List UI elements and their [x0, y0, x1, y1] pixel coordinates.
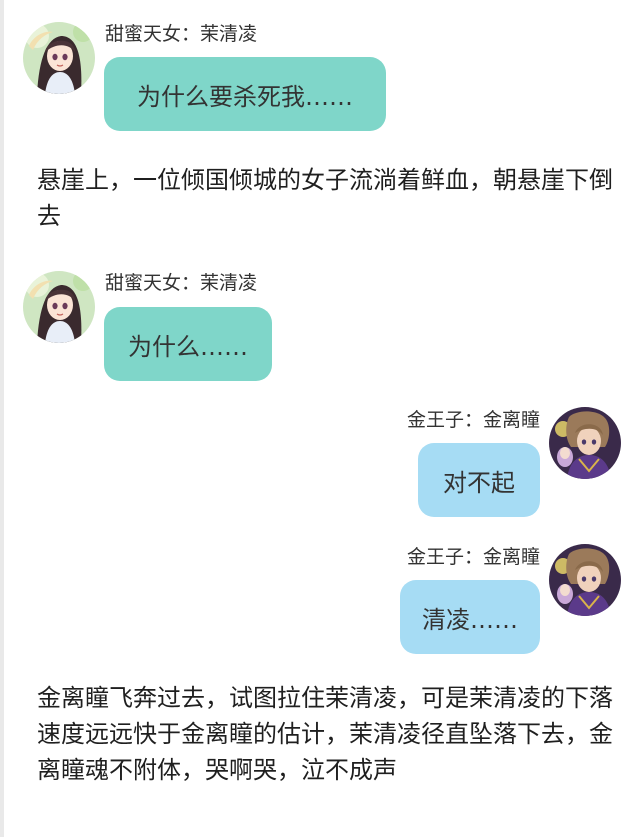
prince-avatar-icon[interactable]	[549, 407, 621, 479]
message-bubble-2[interactable]: 为什么……	[104, 307, 272, 381]
prince-sender-name: 金王子：金离瞳	[406, 409, 540, 431]
left-edge-divider	[0, 0, 4, 837]
prince-avatar-icon[interactable]	[549, 544, 621, 616]
message-bubble-1[interactable]: 为什么要杀死我……	[104, 57, 386, 131]
narration-paragraph-1: 悬崖上，一位倾国倾城的女子流淌着鲜血，朝悬崖下倒去	[37, 166, 613, 230]
heroine-sender-name: 甜蜜天女：茉清凌	[105, 23, 258, 45]
narration-paragraph-2: 金离瞳飞奔过去，试图拉住茉清凌，可是茉清凌的下落速度远远快于金离瞳的估计，茉清凌…	[37, 684, 613, 784]
message-bubble-4[interactable]: 清凌……	[400, 580, 540, 654]
heroine-avatar-icon[interactable]	[23, 271, 95, 343]
heroine-avatar-icon[interactable]	[23, 22, 95, 94]
heroine-sender-name: 甜蜜天女：茉清凌	[105, 272, 258, 294]
message-bubble-3[interactable]: 对不起	[418, 443, 540, 517]
prince-sender-name: 金王子：金离瞳	[406, 546, 540, 568]
